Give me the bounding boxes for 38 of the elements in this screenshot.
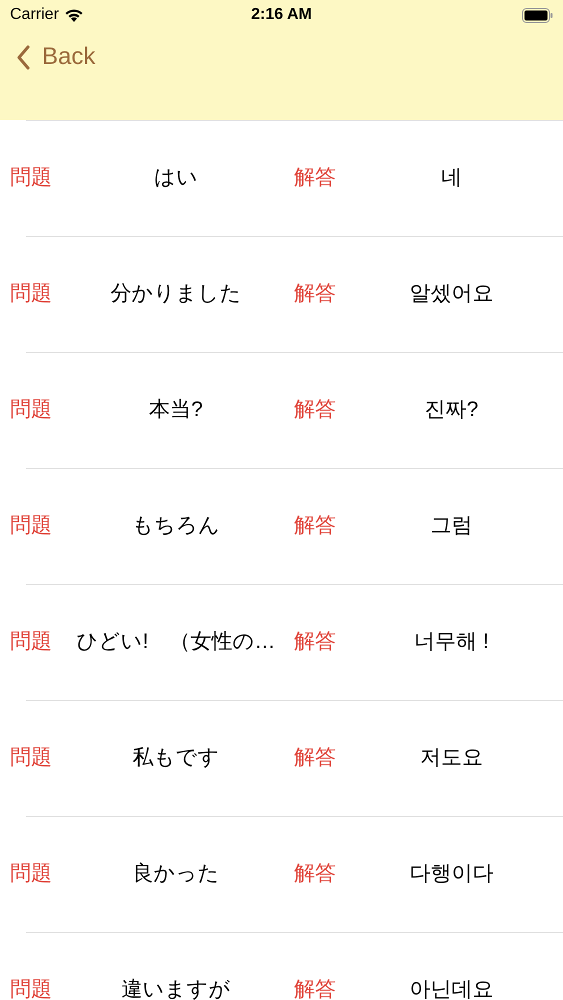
answer-label: 解答 xyxy=(293,745,337,772)
question-label: 問題 xyxy=(9,281,53,308)
answer-label: 解答 xyxy=(293,861,337,888)
question-text: 私もです xyxy=(132,745,220,772)
clock-time: 2:16 AM xyxy=(251,5,312,25)
question-label: 問題 xyxy=(9,745,53,772)
question-text: 違いますが xyxy=(120,977,232,1000)
answer-text: 너무해 ! xyxy=(413,629,490,656)
carrier-label: Carrier xyxy=(10,5,59,25)
back-button[interactable]: Back xyxy=(16,39,96,75)
question-text: もちろん xyxy=(131,513,221,540)
answer-label: 解答 xyxy=(293,165,337,192)
answer-text: 저도요 xyxy=(419,745,484,772)
question-text: 良かった xyxy=(132,861,220,888)
question-label: 問題 xyxy=(9,977,53,1000)
answer-label: 解答 xyxy=(293,977,337,1000)
answer-text: 네 xyxy=(440,165,463,192)
answer-text: 진짜? xyxy=(424,397,480,424)
battery-icon xyxy=(522,8,553,22)
question-text: ひどい! （女性の… xyxy=(76,629,276,656)
answer-text: 아닌데요 xyxy=(408,977,494,1000)
question-text: 本当? xyxy=(148,397,204,424)
answer-label: 解答 xyxy=(293,629,337,656)
answer-label: 解答 xyxy=(293,397,337,424)
question-label: 問題 xyxy=(9,861,53,888)
chevron-left-icon xyxy=(16,44,30,70)
answer-label: 解答 xyxy=(293,513,337,540)
wifi-icon xyxy=(64,8,84,22)
question-label: 問題 xyxy=(9,513,53,540)
question-label: 問題 xyxy=(9,165,53,192)
answer-text: 다행이다 xyxy=(408,861,494,888)
question-label: 問題 xyxy=(9,397,53,424)
question-text: 分かりました xyxy=(110,281,242,308)
question-label: 問題 xyxy=(9,629,53,656)
answer-label: 解答 xyxy=(293,281,337,308)
answer-text: 그럼 xyxy=(430,513,474,540)
question-text: はい xyxy=(153,165,199,192)
answer-text: 알셌어요 xyxy=(408,281,494,308)
